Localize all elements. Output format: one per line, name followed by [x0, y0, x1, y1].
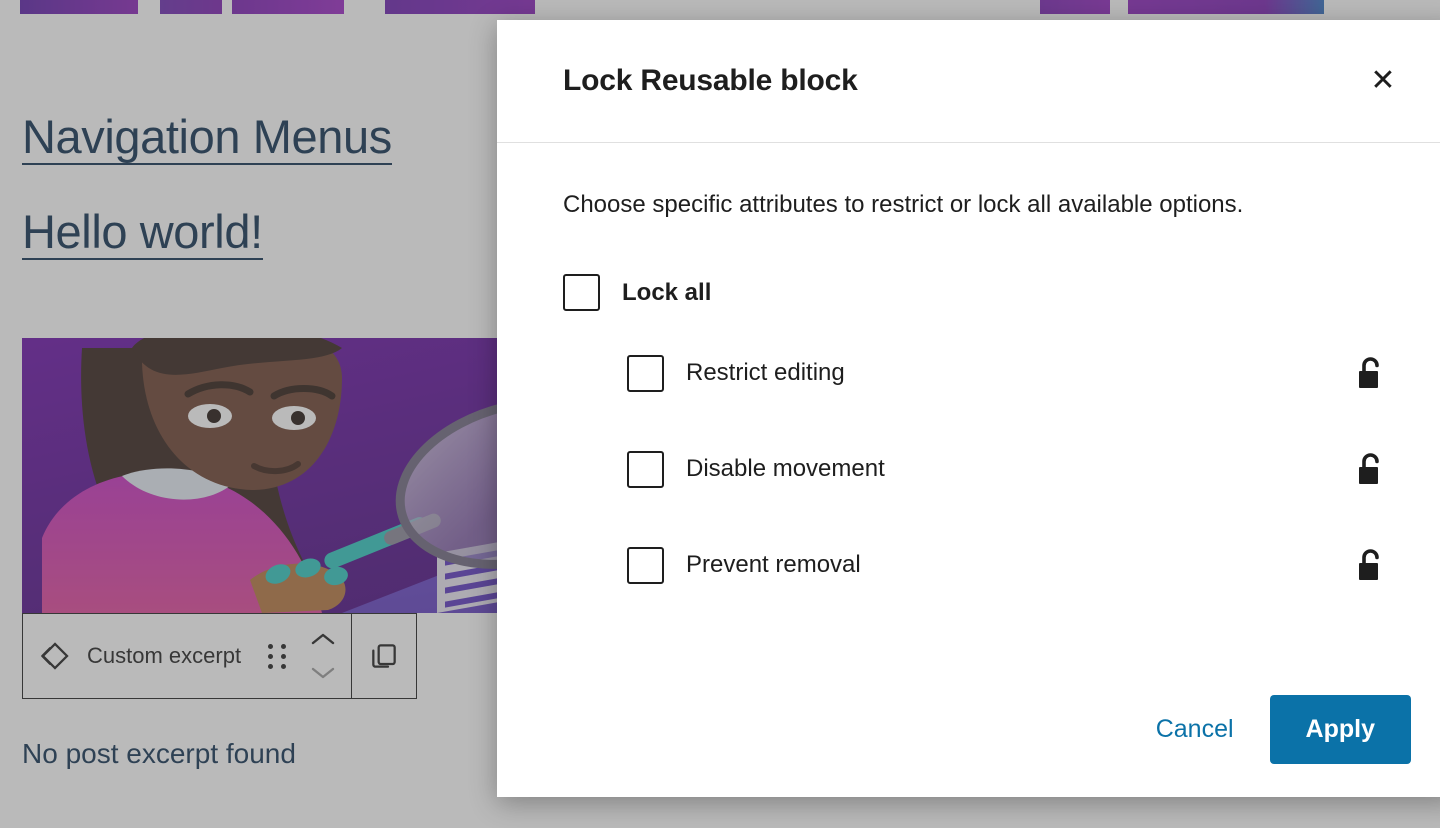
option-row-disable-movement[interactable]: Disable movement [627, 439, 1391, 499]
option-row-restrict-editing[interactable]: Restrict editing [627, 343, 1391, 403]
modal-footer: Cancel Apply [497, 662, 1440, 797]
close-icon[interactable]: ✕ [1357, 55, 1409, 107]
disable-movement-checkbox[interactable] [627, 450, 664, 488]
unlock-icon [1351, 545, 1391, 585]
disable-movement-label: Disable movement [686, 455, 885, 483]
unlock-icon [1351, 449, 1391, 489]
modal-description: Choose specific attributes to restrict o… [563, 191, 1244, 218]
lock-all-checkbox[interactable] [563, 274, 600, 312]
modal-header: Lock Reusable block ✕ [497, 20, 1440, 143]
lock-all-row[interactable]: Lock all [563, 274, 1391, 312]
modal-title: Lock Reusable block [563, 64, 858, 97]
prevent-removal-checkbox[interactable] [627, 546, 664, 584]
modal-body: Choose specific attributes to restrict o… [497, 143, 1440, 662]
cancel-button[interactable]: Cancel [1134, 701, 1256, 758]
apply-button[interactable]: Apply [1269, 695, 1411, 764]
unlock-icon [1351, 353, 1391, 393]
restrict-editing-label: Restrict editing [686, 359, 845, 387]
restrict-editing-checkbox[interactable] [627, 354, 664, 392]
lock-all-label: Lock all [622, 278, 712, 306]
lock-block-modal: Lock Reusable block ✕ Choose specific at… [497, 20, 1440, 797]
lock-options-list: Restrict editing Disable movement Preven… [563, 343, 1391, 595]
prevent-removal-label: Prevent removal [686, 551, 861, 579]
option-row-prevent-removal[interactable]: Prevent removal [627, 535, 1391, 595]
screen: Navigation Menus Hello world! Custom exc… [0, 0, 1440, 828]
